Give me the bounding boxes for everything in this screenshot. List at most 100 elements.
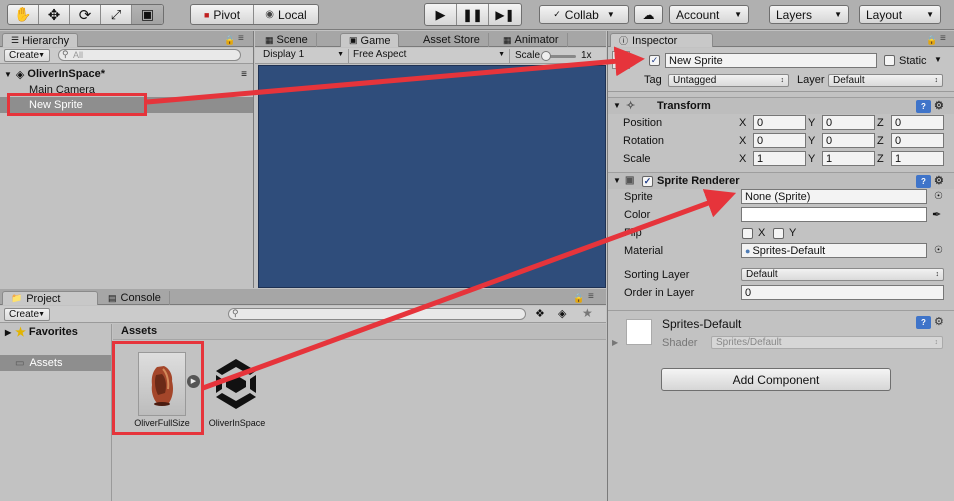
panel-menu-icon[interactable]: ≡ bbox=[588, 291, 594, 302]
project-create-button[interactable]: Create ▼ bbox=[4, 308, 50, 321]
console-icon: ▤ bbox=[108, 292, 117, 303]
lock-icon[interactable]: 🔒 bbox=[224, 35, 235, 46]
collapse-arrow-icon[interactable]: ▼ bbox=[613, 176, 621, 185]
tab-asset-store[interactable]: Asset Store bbox=[415, 33, 489, 47]
step-button[interactable]: ▶❚ bbox=[489, 4, 521, 25]
help-book-icon[interactable]: ? bbox=[916, 316, 931, 329]
scene-menu-icon[interactable]: ≡ bbox=[241, 69, 247, 80]
flip-y-checkbox[interactable] bbox=[773, 228, 784, 239]
layers-dropdown[interactable]: Layers ▼ bbox=[769, 5, 849, 24]
layer-dropdown[interactable]: Default ↕ bbox=[828, 74, 943, 87]
gear-icon[interactable]: ⚙ bbox=[934, 315, 944, 328]
transform-scale-z-input[interactable]: 1 bbox=[891, 151, 944, 166]
shader-dropdown[interactable]: Sprites/Default ↕ bbox=[711, 336, 943, 349]
tab-game[interactable]: ▣ Game bbox=[340, 33, 400, 47]
sorting-layer-dropdown[interactable]: Default ↕ bbox=[741, 268, 944, 281]
eyedropper-icon[interactable]: ✒ bbox=[932, 208, 941, 221]
hierarchy-search-input[interactable]: ⚲ All bbox=[58, 49, 241, 61]
expand-arrow-icon[interactable]: ▶ bbox=[612, 338, 618, 347]
transform-header[interactable]: ▼ ✧ Transform ? ⚙ bbox=[608, 97, 954, 114]
sprite-object-field[interactable]: None (Sprite) bbox=[741, 189, 927, 204]
gear-icon[interactable]: ⚙ bbox=[934, 174, 944, 187]
tab-project[interactable]: 📁 Project bbox=[2, 291, 98, 305]
scene-row[interactable]: ▼ ◈ OliverInSpace* ≡ bbox=[0, 66, 253, 82]
favorites-row[interactable]: ▶ ★ Favorites bbox=[0, 324, 111, 340]
local-button[interactable]: ◉ Local bbox=[254, 5, 318, 24]
panel-menu-icon[interactable]: ≡ bbox=[238, 33, 244, 44]
hierarchy-create-button[interactable]: Create ▼ bbox=[4, 49, 50, 62]
tab-console[interactable]: ▤ Console bbox=[100, 291, 170, 305]
object-name-input[interactable]: New Sprite bbox=[665, 53, 877, 68]
hand-tool-icon[interactable]: ✋ bbox=[8, 5, 39, 24]
hierarchy-panel: ☰ Hierarchy 🔒 ≡ Create ▼ ⚲ All ▼ ◈ Olive… bbox=[0, 31, 254, 288]
filter-type-icon[interactable]: ❖ bbox=[535, 307, 545, 320]
layout-dropdown[interactable]: Layout ▼ bbox=[859, 5, 941, 24]
pause-button[interactable]: ❚❚ bbox=[457, 4, 489, 25]
project-search-input[interactable]: ⚲ bbox=[228, 308, 526, 320]
assets-folder-row[interactable]: ▭ Assets bbox=[0, 355, 111, 371]
rotate-tool-icon[interactable]: ⟳ bbox=[70, 5, 101, 24]
local-label: Local bbox=[278, 7, 307, 22]
aspect-dropdown[interactable]: Free Aspect ▼ bbox=[353, 49, 510, 63]
rect-tool-icon[interactable]: ▣ bbox=[132, 5, 163, 24]
sprite-renderer-enabled-checkbox[interactable]: ✓ bbox=[642, 176, 653, 187]
layer-value: Default bbox=[833, 75, 865, 86]
pivot-button[interactable]: ■ Pivot bbox=[191, 5, 254, 24]
pivot-label: Pivot bbox=[213, 7, 241, 22]
lock-icon[interactable]: 🔒 bbox=[926, 35, 937, 46]
color-field[interactable] bbox=[741, 207, 927, 222]
transform-position-z-input[interactable]: 0 bbox=[891, 115, 944, 130]
sorting-layer-label: Sorting Layer bbox=[624, 269, 690, 281]
display-label: Display 1 bbox=[263, 49, 305, 60]
play-button[interactable]: ▶ bbox=[425, 4, 457, 25]
axis-z-label: Z bbox=[877, 153, 884, 165]
expand-arrow-icon[interactable]: ▼ bbox=[4, 70, 12, 79]
transform-scale-x-input[interactable]: 1 bbox=[753, 151, 806, 166]
order-in-layer-input[interactable]: 0 bbox=[741, 285, 944, 300]
help-book-icon[interactable]: ? bbox=[916, 175, 931, 188]
add-component-button[interactable]: Add Component bbox=[661, 368, 891, 391]
lock-icon[interactable]: 🔒 bbox=[573, 293, 584, 304]
asset-label-oliverinspace: OliverInSpace bbox=[208, 418, 266, 428]
filter-label-icon[interactable]: ◈ bbox=[558, 307, 566, 320]
collapse-arrow-icon[interactable]: ▼ bbox=[613, 101, 621, 110]
breadcrumb-assets[interactable]: Assets bbox=[121, 325, 157, 337]
object-picker-icon[interactable]: ☉ bbox=[934, 245, 943, 256]
transform-rotation-z-input[interactable]: 0 bbox=[891, 133, 944, 148]
transform-scale-y-input[interactable]: 1 bbox=[822, 151, 875, 166]
tag-dropdown[interactable]: Untagged ↕ bbox=[668, 74, 789, 87]
unity-logo-icon[interactable] bbox=[206, 351, 266, 413]
tab-scene[interactable]: ▦ Scene bbox=[257, 33, 317, 47]
transform-position-y-input[interactable]: 0 bbox=[822, 115, 875, 130]
scale-slider-handle[interactable] bbox=[541, 51, 551, 61]
favorite-star-icon[interactable]: ★ bbox=[582, 306, 593, 320]
chevron-down-icon: ▼ bbox=[38, 311, 45, 318]
move-tool-icon[interactable]: ✥ bbox=[39, 5, 70, 24]
tab-inspector[interactable]: ⓘ Inspector bbox=[610, 33, 713, 47]
unity-scene-icon: ◈ bbox=[15, 68, 25, 81]
tab-animator[interactable]: ▦ Animator bbox=[495, 33, 568, 47]
sprite-renderer-header[interactable]: ▼ ▣ ✓ Sprite Renderer ? ⚙ bbox=[608, 172, 954, 189]
object-picker-icon[interactable]: ☉ bbox=[934, 191, 943, 202]
expand-arrow-icon[interactable]: ▶ bbox=[5, 328, 11, 337]
game-viewport[interactable] bbox=[258, 65, 606, 288]
tab-hierarchy[interactable]: ☰ Hierarchy bbox=[2, 33, 79, 47]
active-checkbox[interactable]: ✓ bbox=[649, 55, 660, 66]
material-object-field[interactable]: ● Sprites-Default bbox=[741, 243, 927, 258]
transform-position-x-input[interactable]: 0 bbox=[753, 115, 806, 130]
static-checkbox[interactable] bbox=[884, 55, 895, 66]
chevron-down-icon[interactable]: ▼ bbox=[934, 55, 942, 64]
scale-label: Scale bbox=[515, 50, 541, 61]
collab-dropdown[interactable]: ✓ Collab ▼ bbox=[539, 5, 629, 24]
transform-rotation-y-input[interactable]: 0 bbox=[822, 133, 875, 148]
display-dropdown[interactable]: Display 1 ▼ bbox=[263, 49, 349, 63]
scale-tool-icon[interactable]: ⤢ bbox=[101, 5, 132, 24]
help-book-icon[interactable]: ? bbox=[916, 100, 931, 113]
panel-menu-icon[interactable]: ≡ bbox=[940, 33, 946, 44]
gear-icon[interactable]: ⚙ bbox=[934, 99, 944, 112]
account-dropdown[interactable]: Account ▼ bbox=[669, 5, 749, 24]
cloud-button[interactable]: ☁ bbox=[634, 5, 663, 24]
tag-label: Tag bbox=[644, 74, 662, 86]
transform-rotation-x-input[interactable]: 0 bbox=[753, 133, 806, 148]
flip-x-checkbox[interactable] bbox=[742, 228, 753, 239]
